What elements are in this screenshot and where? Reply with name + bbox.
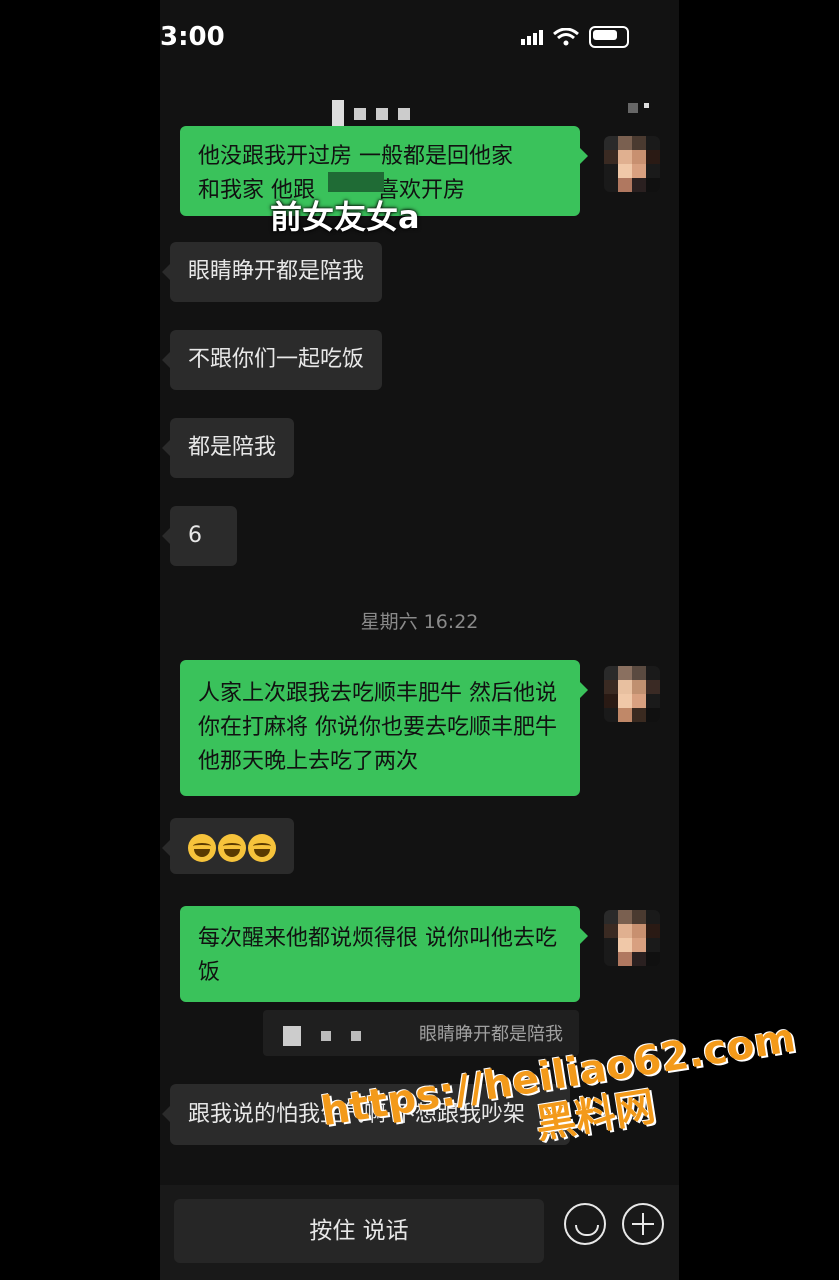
more-options-censored[interactable] xyxy=(628,103,649,113)
plus-icon[interactable] xyxy=(622,1203,664,1245)
message-text: 眼睛睁开都是陪我 xyxy=(188,259,365,284)
message-text: 不跟你们一起吃饭 xyxy=(188,347,365,372)
chat-input-bar: 按住 说话 xyxy=(160,1185,679,1280)
chat-title-censored[interactable] xyxy=(332,100,410,128)
status-time: 3:00 xyxy=(160,22,225,52)
laughing-tears-emoji-icon xyxy=(248,834,276,862)
my-avatar[interactable] xyxy=(604,666,660,722)
wifi-icon xyxy=(553,28,579,46)
overlay-caption: 前女友女a xyxy=(270,198,420,236)
my-avatar[interactable] xyxy=(604,136,660,192)
emoji-icon[interactable] xyxy=(564,1203,606,1245)
my-avatar[interactable] xyxy=(604,910,660,966)
message-bubble-out[interactable]: 人家上次跟我去吃顺丰肥牛 然后他说你在打麻将 你说你也要去吃顺丰肥牛 他那天晚上… xyxy=(180,660,588,796)
message-text: 他没跟我开过房 一般都是回他家 xyxy=(198,144,513,169)
message-bubble-in[interactable]: 都是陪我 xyxy=(161,418,295,478)
message-bubble-out[interactable]: 每次醒来他都说烦得很 说你叫他去吃饭 xyxy=(180,906,588,1002)
quote-sender-censored xyxy=(283,1026,361,1046)
message-bubble-in[interactable]: 6 xyxy=(162,506,237,566)
laughing-tears-emoji-icon xyxy=(218,834,246,862)
message-text: 都是陪我 xyxy=(188,435,277,460)
message-text: 每次醒来他都说烦得很 说你叫他去吃饭 xyxy=(198,926,557,985)
message-bubble-in[interactable]: 不跟你们一起吃饭 xyxy=(161,330,383,390)
message-bubble-in[interactable] xyxy=(162,818,294,874)
message-text: 人家上次跟我去吃顺丰肥牛 然后他说你在打麻将 你说你也要去吃顺丰肥牛 他那天晚上… xyxy=(198,681,557,774)
hold-to-talk-button[interactable]: 按住 说话 xyxy=(174,1199,544,1263)
laughing-tears-emoji-icon xyxy=(188,834,216,862)
emoji-row xyxy=(188,834,276,862)
message-timestamp: 星期六 16:22 xyxy=(360,611,479,633)
quoted-message[interactable]: 眼睛睁开都是陪我 xyxy=(263,1010,579,1056)
censored-name xyxy=(328,172,384,192)
message-bubble-in[interactable]: 眼睛睁开都是陪我 xyxy=(161,242,383,302)
quote-text: 眼睛睁开都是陪我 xyxy=(419,1024,563,1045)
signal-icon xyxy=(521,29,543,45)
status-icons xyxy=(521,26,629,48)
battery-icon xyxy=(589,26,629,48)
message-text: 6 xyxy=(188,523,202,548)
